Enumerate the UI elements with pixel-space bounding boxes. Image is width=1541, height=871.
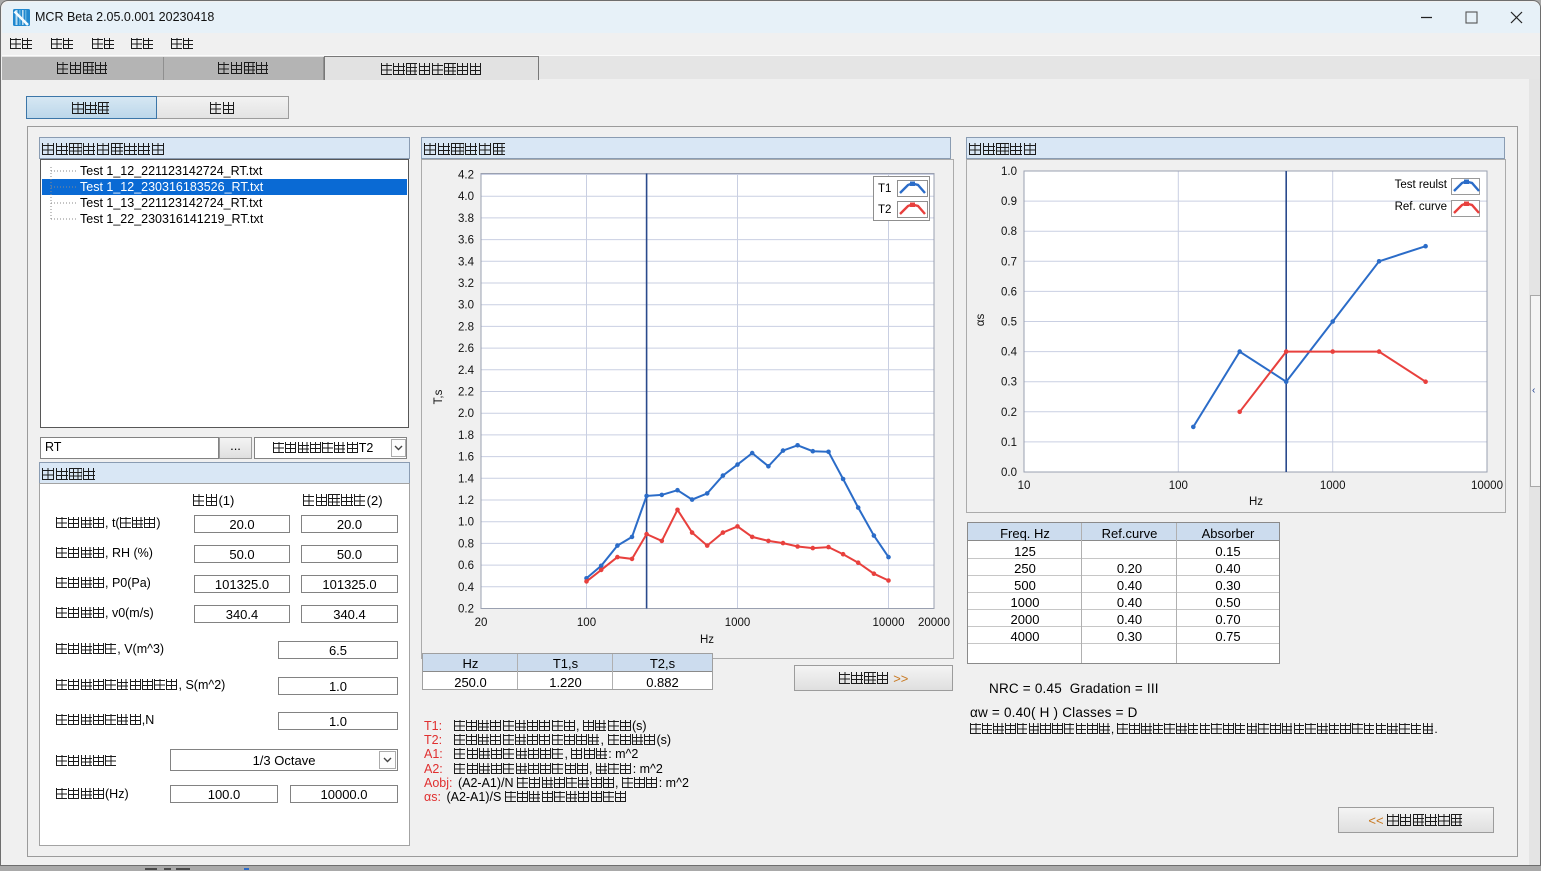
svg-text:0.4: 0.4 xyxy=(1001,347,1018,359)
svg-text:10: 10 xyxy=(1018,480,1031,492)
svg-text:3.4: 3.4 xyxy=(458,256,475,268)
svg-text:10000: 10000 xyxy=(873,617,905,629)
svg-text:0.6: 0.6 xyxy=(458,560,474,572)
svg-text:2.6: 2.6 xyxy=(458,343,474,355)
svg-text:1000: 1000 xyxy=(1320,480,1346,492)
svg-text:2.4: 2.4 xyxy=(458,365,475,377)
svg-text:1.6: 1.6 xyxy=(458,452,474,464)
svg-text:0.6: 0.6 xyxy=(1001,286,1017,298)
svg-text:1.0: 1.0 xyxy=(458,517,474,529)
svg-text:1.2: 1.2 xyxy=(458,495,474,507)
svg-text:100: 100 xyxy=(577,617,596,629)
svg-text:0.8: 0.8 xyxy=(458,538,474,550)
svg-text:20000: 20000 xyxy=(918,617,950,629)
svg-text:2.2: 2.2 xyxy=(458,387,474,399)
svg-text:3.0: 3.0 xyxy=(458,300,474,312)
svg-text:3.6: 3.6 xyxy=(458,235,474,247)
svg-text:1.8: 1.8 xyxy=(458,430,474,442)
svg-text:3.2: 3.2 xyxy=(458,278,474,290)
svg-text:4.2: 4.2 xyxy=(458,170,474,182)
svg-text:T,s: T,s xyxy=(433,389,445,404)
svg-text:3.8: 3.8 xyxy=(458,213,474,225)
svg-text:0.2: 0.2 xyxy=(1001,407,1017,419)
svg-text:Hz: Hz xyxy=(1249,496,1263,508)
svg-text:0.0: 0.0 xyxy=(1001,467,1017,479)
svg-text:10000: 10000 xyxy=(1471,480,1503,492)
svg-text:4.0: 4.0 xyxy=(458,191,474,203)
svg-text:2.0: 2.0 xyxy=(458,408,474,420)
svg-text:1000: 1000 xyxy=(725,617,751,629)
svg-text:0.9: 0.9 xyxy=(1001,196,1017,208)
svg-text:0.5: 0.5 xyxy=(1001,317,1017,329)
svg-text:1.0: 1.0 xyxy=(1001,166,1017,178)
svg-text:0.3: 0.3 xyxy=(1001,377,1017,389)
svg-text:0.1: 0.1 xyxy=(1001,437,1017,449)
svg-text:0.4: 0.4 xyxy=(458,582,475,594)
svg-text:20: 20 xyxy=(475,617,488,629)
svg-text:1.4: 1.4 xyxy=(458,473,475,485)
svg-text:100: 100 xyxy=(1169,480,1188,492)
svg-text:Hz: Hz xyxy=(700,634,714,646)
svg-text:2.8: 2.8 xyxy=(458,321,474,333)
svg-text:0.7: 0.7 xyxy=(1001,256,1017,268)
svg-text:αs: αs xyxy=(975,314,987,327)
svg-text:0.2: 0.2 xyxy=(458,604,474,616)
svg-text:0.8: 0.8 xyxy=(1001,226,1017,238)
